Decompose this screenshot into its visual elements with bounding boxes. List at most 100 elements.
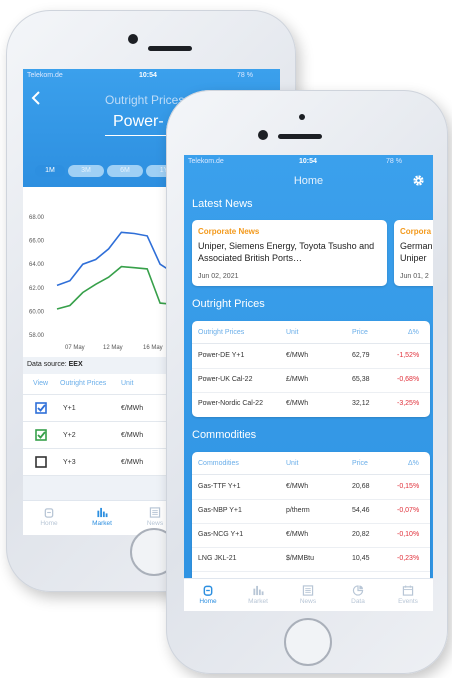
row-name: Gas-NBP Y+1 [198, 507, 242, 514]
row-name: Gas-NCG Y+1 [198, 531, 244, 538]
row-name: Power-UK Cal-22 [198, 376, 253, 383]
nav-news-label: News [299, 598, 317, 605]
series-line-1 [56, 231, 174, 287]
x-tick-label: 07 May [65, 345, 85, 351]
news-icon [149, 507, 161, 518]
commodities-heading: Commodities [192, 429, 257, 441]
y-tick-label: 60.00 [29, 309, 45, 315]
nav-data[interactable]: Data [334, 579, 382, 609]
row-price: 32,12 [352, 400, 370, 407]
front-phone: Telekom.de 10:54 78 % Home Latest News C… [166, 90, 448, 674]
tab-6m[interactable]: 6M [107, 165, 143, 177]
series-unit: €/MWh [121, 405, 144, 412]
time-label: 10:54 [299, 158, 317, 165]
row-price: 65,38 [352, 376, 370, 383]
news-date: Jun 02, 2021 [198, 273, 239, 280]
latest-news-heading: Latest News [192, 198, 253, 210]
col-unit: Unit [286, 460, 299, 467]
home-icon [44, 508, 54, 518]
row-unit: p/therm [286, 507, 310, 514]
nav-market-label: Market [248, 598, 268, 605]
checkbox-checked-icon[interactable] [35, 429, 47, 441]
pie-chart-icon [352, 585, 364, 596]
table-row[interactable]: Power-Nordic Cal-22 €/MWh 32,12 -3,25% [192, 392, 430, 416]
checkbox-empty-icon[interactable] [35, 456, 47, 468]
news-category: Corpora [400, 227, 432, 236]
calendar-icon [402, 585, 414, 596]
gear-icon[interactable] [412, 174, 425, 187]
nav-home[interactable]: Home [184, 579, 232, 609]
header-outright-prices: Outright Prices [60, 380, 107, 387]
table-row[interactable]: Power-DE Y+1 €/MWh 62,79 -1,52% [192, 344, 430, 369]
news-icon [302, 585, 314, 596]
table-row[interactable]: Gas-NBP Y+1 p/therm 54,46 -0,07% [192, 499, 430, 524]
checkbox-checked-icon[interactable] [35, 402, 47, 414]
bottom-nav: Home Market News Data Events [184, 578, 433, 611]
range-tabs: 1M 3M 6M 1Y [35, 165, 182, 177]
news-category: Corporate News [198, 227, 260, 236]
carrier-label: Telekom.de [188, 158, 224, 165]
news-card[interactable]: Corpora German Uniper Jun 01, 2 [394, 220, 433, 286]
table-row[interactable]: LNG JKL-21 $/MMBtu 10,45 -0,23% [192, 547, 430, 572]
nav-news[interactable]: News [284, 579, 332, 609]
home-screen: Telekom.de 10:54 78 % Home Latest News C… [184, 155, 433, 611]
row-unit: €/MWh [286, 483, 309, 490]
front-camera [128, 34, 138, 44]
row-price: 20,82 [352, 531, 370, 538]
row-unit: €/MWh [286, 400, 309, 407]
row-delta: -0,10% [397, 531, 420, 538]
series-name: Y+2 [63, 432, 76, 439]
row-unit: €/MWh [286, 531, 309, 538]
y-tick-label: 58.00 [29, 333, 45, 339]
header-view: View [33, 380, 49, 387]
nav-market-label: Market [92, 520, 112, 527]
instrument-title[interactable]: Power- [113, 113, 164, 131]
col-price: Price [352, 460, 368, 467]
nav-events[interactable]: Events [384, 579, 432, 609]
nav-market[interactable]: Market [78, 501, 126, 531]
nav-home-label: Home [40, 520, 58, 527]
series-unit: €/MWh [121, 459, 144, 466]
front-camera [258, 130, 268, 140]
row-delta: -0,15% [397, 483, 420, 490]
speaker-grille [278, 134, 322, 139]
row-unit: €/MWh [286, 352, 309, 359]
table-header: Commodities Unit Price Δ% [192, 452, 430, 475]
x-tick-label: 16 May [143, 345, 163, 351]
nav-home[interactable]: Home [25, 501, 73, 531]
status-bar: Telekom.de 10:54 78 % [184, 155, 433, 169]
table-row[interactable]: Gas-TTF Y+1 €/MWh 20,68 -0,15% [192, 475, 430, 500]
col-name: Outright Prices [198, 329, 245, 336]
row-name: Power-DE Y+1 [198, 352, 245, 359]
proximity-sensor [299, 114, 305, 120]
status-bar: Telekom.de 10:54 78 % [23, 69, 280, 83]
row-price: 10,45 [352, 555, 370, 562]
tab-3m[interactable]: 3M [68, 165, 104, 177]
nav-events-label: Events [398, 598, 418, 605]
speaker-grille [148, 46, 192, 51]
y-tick-label: 62.00 [29, 286, 45, 292]
home-button[interactable] [284, 618, 332, 666]
nav-home-label: Home [199, 598, 217, 605]
row-unit: £/MWh [286, 376, 309, 383]
row-delta: -0,23% [397, 555, 420, 562]
outright-prices-table: Outright Prices Unit Price Δ% Power-DE Y… [192, 321, 430, 417]
carrier-label: Telekom.de [27, 72, 63, 79]
table-row[interactable]: Gas-NCG Y+1 €/MWh 20,82 -0,10% [192, 523, 430, 548]
series-name: Y+1 [63, 405, 76, 412]
tab-1m[interactable]: 1M [35, 165, 65, 177]
row-name: Power-Nordic Cal-22 [198, 400, 263, 407]
row-delta: -0,68% [397, 376, 420, 383]
back-arrow-icon[interactable] [31, 91, 41, 105]
news-date: Jun 01, 2 [400, 273, 429, 280]
bar-chart-icon [97, 507, 108, 518]
home-icon [203, 585, 213, 596]
bar-chart-icon [253, 585, 264, 596]
news-card[interactable]: Corporate News Uniper, Siemens Energy, T… [192, 220, 387, 286]
row-price: 20,68 [352, 483, 370, 490]
nav-market[interactable]: Market [234, 579, 282, 609]
data-source-label: Data source: [27, 361, 67, 368]
table-row[interactable]: Power-UK Cal-22 £/MWh 65,38 -0,68% [192, 368, 430, 393]
y-tick-label: 64.00 [29, 262, 45, 268]
row-name: Gas-TTF Y+1 [198, 483, 241, 490]
